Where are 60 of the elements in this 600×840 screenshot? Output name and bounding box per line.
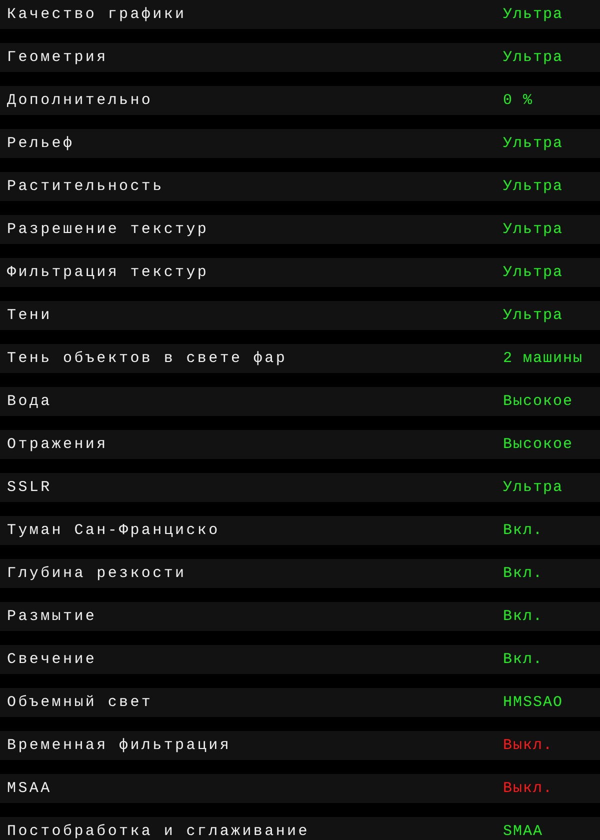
setting-value: HMSSAO bbox=[503, 695, 564, 710]
setting-row[interactable]: Постобработка и сглаживание SMAA bbox=[0, 817, 600, 840]
setting-label: Объемный свет bbox=[7, 695, 153, 710]
setting-row[interactable]: Отражения Высокое bbox=[0, 430, 600, 459]
setting-row[interactable]: Глубина резкости Вкл. bbox=[0, 559, 600, 588]
setting-label: Качество графики bbox=[7, 7, 186, 22]
setting-row[interactable]: Размытие Вкл. bbox=[0, 602, 600, 631]
setting-row[interactable]: Геометрия Ультра bbox=[0, 43, 600, 72]
setting-value: Ультра bbox=[503, 136, 564, 151]
setting-row[interactable]: MSAA Выкл. bbox=[0, 774, 600, 803]
setting-value: Ультра bbox=[503, 265, 564, 280]
setting-row[interactable]: Свечение Вкл. bbox=[0, 645, 600, 674]
setting-value: SMAA bbox=[503, 824, 544, 839]
setting-label: Глубина резкости bbox=[7, 566, 186, 581]
setting-label: Тень объектов в свете фар bbox=[7, 351, 288, 366]
setting-row[interactable]: Вода Высокое bbox=[0, 387, 600, 416]
setting-value: Высокое bbox=[503, 394, 574, 409]
setting-value: Высокое bbox=[503, 437, 574, 452]
setting-label: Растительность bbox=[7, 179, 164, 194]
setting-label: Свечение bbox=[7, 652, 97, 667]
setting-value: Ультра bbox=[503, 179, 564, 194]
setting-row[interactable]: Туман Сан-Франциско Вкл. bbox=[0, 516, 600, 545]
setting-value: Ультра bbox=[503, 308, 564, 323]
setting-value: Вкл. bbox=[503, 566, 544, 581]
setting-value: 0 % bbox=[503, 93, 534, 108]
setting-label: SSLR bbox=[7, 480, 52, 495]
setting-row[interactable]: Временная фильтрация Выкл. bbox=[0, 731, 600, 760]
setting-row[interactable]: Тень объектов в свете фар 2 машины bbox=[0, 344, 600, 373]
setting-label: Временная фильтрация bbox=[7, 738, 232, 753]
setting-label: Отражения bbox=[7, 437, 108, 452]
setting-label: Разрешение текстур bbox=[7, 222, 209, 237]
setting-label: Вода bbox=[7, 394, 52, 409]
setting-value: Вкл. bbox=[503, 523, 544, 538]
setting-row[interactable]: Объемный свет HMSSAO bbox=[0, 688, 600, 717]
setting-row[interactable]: Качество графики Ультра bbox=[0, 0, 600, 29]
setting-value: Вкл. bbox=[503, 652, 544, 667]
setting-value: Вкл. bbox=[503, 609, 544, 624]
setting-label: Туман Сан-Франциско bbox=[7, 523, 220, 538]
setting-value: Ультра bbox=[503, 7, 564, 22]
setting-row[interactable]: Фильтрация текстур Ультра bbox=[0, 258, 600, 287]
setting-row[interactable]: SSLR Ультра bbox=[0, 473, 600, 502]
setting-label: MSAA bbox=[7, 781, 52, 796]
setting-value: 2 машины bbox=[503, 351, 584, 366]
setting-value: Ультра bbox=[503, 480, 564, 495]
setting-label: Постобработка и сглаживание bbox=[7, 824, 310, 839]
setting-row[interactable]: Рельеф Ультра bbox=[0, 129, 600, 158]
setting-label: Размытие bbox=[7, 609, 97, 624]
setting-label: Тени bbox=[7, 308, 52, 323]
setting-label: Рельеф bbox=[7, 136, 74, 151]
setting-value: Выкл. bbox=[503, 781, 554, 796]
setting-value: Ультра bbox=[503, 50, 564, 65]
setting-value: Выкл. bbox=[503, 738, 554, 753]
setting-label: Геометрия bbox=[7, 50, 108, 65]
setting-label: Фильтрация текстур bbox=[7, 265, 209, 280]
setting-row[interactable]: Растительность Ультра bbox=[0, 172, 600, 201]
setting-value: Ультра bbox=[503, 222, 564, 237]
setting-row[interactable]: Разрешение текстур Ультра bbox=[0, 215, 600, 244]
setting-row[interactable]: Дополнительно 0 % bbox=[0, 86, 600, 115]
setting-label: Дополнительно bbox=[7, 93, 153, 108]
setting-row[interactable]: Тени Ультра bbox=[0, 301, 600, 330]
